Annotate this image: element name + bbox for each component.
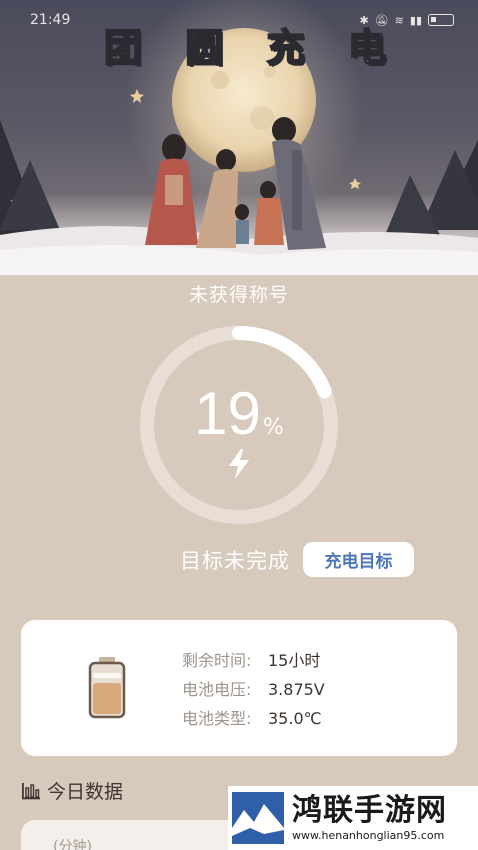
charge-percent: 19% [137,379,341,448]
bar-chart-icon [22,782,40,799]
watermark-text: 鸿联手游网 www.henanhonglian95.com [292,793,447,843]
percent-value: 19 [194,380,261,447]
battery-icon [88,657,126,719]
banner-title-char: 团 [103,24,143,71]
battery-info-card: 剩余时间: 15小时 电池电压: 3.875V 电池类型: 35.0℃ [21,620,457,756]
info-label: 电池类型: [182,709,252,728]
banner-title: 团 圆 充 电 [100,24,390,71]
status-time: 21:49 [30,12,71,28]
banner-title-char: 电 [347,24,387,71]
charge-goal-button[interactable]: 充电目标 [303,542,414,577]
banner-title-char: 圆 [184,24,224,71]
charge-ring: 19% [137,323,341,527]
today-data-title: 今日数据 [47,781,124,803]
watermark-logo-icon [232,792,284,844]
watermark-name: 鸿联手游网 [292,793,447,828]
battery-icon [428,14,454,26]
wifi-icon: ≋ [394,13,404,27]
info-value: 35.0℃ [268,709,322,728]
goal-status: 目标未完成 [180,548,290,573]
info-row-remaining-time: 剩余时间: 15小时 [182,646,325,675]
lightning-icon [229,449,249,479]
watermark-url: www.henanhonglian95.com [292,829,445,842]
info-value: 3.875V [268,680,325,699]
banner-title-char: 充 [266,24,306,71]
info-value: 15小时 [268,651,321,670]
info-row-battery-type: 电池类型: 35.0℃ [182,704,325,733]
info-label: 电池电压: [182,680,252,699]
watermark: 鸿联手游网 www.henanhonglian95.com [228,786,478,850]
hero-banner: 21:49 ✱ 🔕︎ ≋ ▮▮ 团 圆 充 电 [0,0,478,275]
info-label: 剩余时间: [182,651,252,670]
signal-icon: ▮▮ [409,13,422,27]
info-row-voltage: 电池电压: 3.875V [182,675,325,704]
battery-info-list: 剩余时间: 15小时 电池电压: 3.875V 电池类型: 35.0℃ [182,646,325,733]
honor-title: 未获得称号 [188,284,289,306]
today-data-header: 今日数据 [21,777,123,804]
today-unit-label: (分钟) [53,839,92,850]
goal-row: 目标未完成 充电目标 [180,542,414,577]
percent-unit: % [262,415,284,440]
